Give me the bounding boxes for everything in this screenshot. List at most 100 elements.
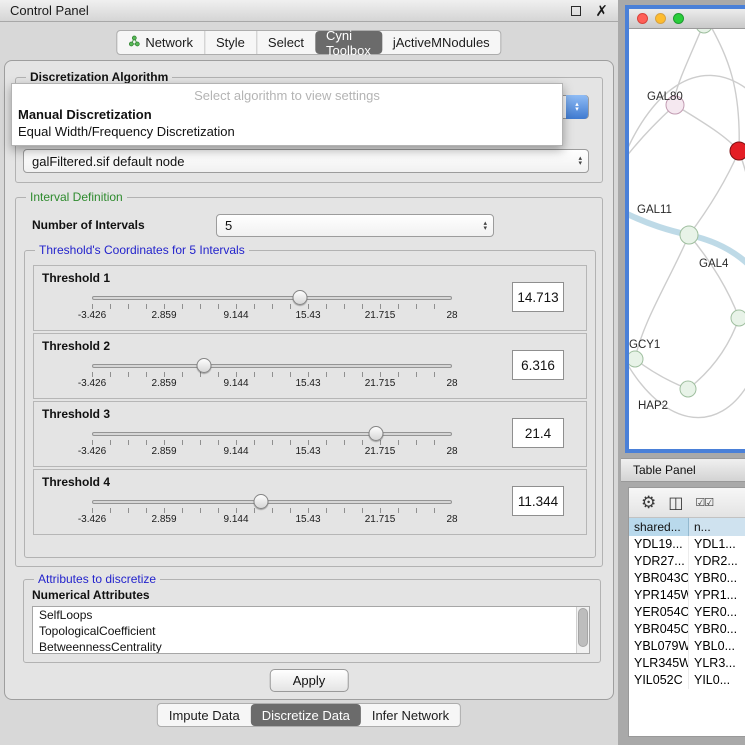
tab-style[interactable]: Style bbox=[204, 31, 256, 54]
slider-thumb[interactable] bbox=[292, 290, 307, 305]
table-row[interactable]: YDR27... YDR2... bbox=[629, 553, 745, 570]
list-item[interactable]: BetweennessCentrality bbox=[33, 639, 589, 654]
slider-track[interactable] bbox=[92, 432, 452, 436]
table-toolbar: ⚙ ◫ ☑☑ bbox=[629, 488, 745, 518]
threshold-1-slider[interactable]: -3.426 2.859 9.144 15.43 21.715 28 bbox=[92, 288, 452, 328]
cyni-toolbox-panel: Discretization Algorithm ▴▾ Select algor… bbox=[4, 60, 614, 700]
column-header-name[interactable]: n... bbox=[689, 518, 745, 536]
table-row[interactable]: YBR043C YBR0... bbox=[629, 570, 745, 587]
table-row[interactable]: YBR045C YBR0... bbox=[629, 621, 745, 638]
slider-track[interactable] bbox=[92, 364, 452, 368]
tab-label: Network bbox=[145, 35, 193, 50]
tab-select[interactable]: Select bbox=[256, 31, 315, 54]
network-icon bbox=[128, 35, 140, 50]
slider-ticks bbox=[92, 508, 452, 513]
slider-thumb[interactable] bbox=[369, 426, 384, 441]
node-gcy1[interactable] bbox=[629, 351, 643, 367]
control-panel-window: Control Panel ✗ Network Style Select bbox=[0, 0, 618, 745]
list-scrollbar[interactable] bbox=[576, 607, 589, 653]
table-data-select[interactable]: galFiltered.sif default node ▴▾ bbox=[23, 149, 589, 173]
group-title: Attributes to discretize bbox=[34, 572, 160, 586]
float-window-icon[interactable] bbox=[571, 6, 581, 16]
top-tabstrip: Network Style Select Cyni Toolbox jActiv… bbox=[116, 30, 501, 55]
tab-infer-network[interactable]: Infer Network bbox=[361, 704, 460, 726]
close-icon[interactable]: ✗ bbox=[595, 2, 608, 20]
close-traffic-light-icon[interactable] bbox=[637, 13, 648, 24]
tab-impute-data[interactable]: Impute Data bbox=[158, 704, 251, 726]
combo-arrows-icon: ▴▾ bbox=[483, 221, 487, 231]
threshold-value-box[interactable]: 11.344 bbox=[512, 486, 564, 516]
minimize-traffic-light-icon[interactable] bbox=[655, 13, 666, 24]
columns-icon[interactable]: ◫ bbox=[668, 493, 683, 513]
threshold-3-panel: Threshold 3 -3.426 2.859 9.144 15.43 21.… bbox=[33, 401, 587, 467]
attributes-to-discretize-group: Attributes to discretize Numerical Attri… bbox=[23, 579, 601, 663]
threshold-1-panel: Threshold 1 -3.426 2.859 9.144 15.43 21.… bbox=[33, 265, 587, 331]
tab-discretize-data[interactable]: Discretize Data bbox=[251, 704, 361, 726]
table-row[interactable]: YDL19... YDL1... bbox=[629, 536, 745, 553]
slider-ticks bbox=[92, 440, 452, 445]
tab-label: Cyni Toolbox bbox=[326, 28, 371, 58]
slider-scale: -3.426 2.859 9.144 15.43 21.715 28 bbox=[92, 514, 452, 526]
threshold-3-slider[interactable]: -3.426 2.859 9.144 15.43 21.715 28 bbox=[92, 424, 452, 464]
node-label: GAL4 bbox=[699, 258, 729, 270]
tab-jactivemnodules[interactable]: jActiveMNodules bbox=[382, 31, 501, 54]
tab-label: Infer Network bbox=[372, 708, 449, 723]
slider-thumb[interactable] bbox=[196, 358, 211, 373]
table-panel: ⚙ ◫ ☑☑ shared... n... YDL19... YDL1... Y… bbox=[628, 487, 745, 737]
apply-button[interactable]: Apply bbox=[270, 669, 349, 692]
node-hap2[interactable] bbox=[680, 381, 696, 397]
network-canvas[interactable]: GAL80 GAL11 GAL4 GCY1 HAP2 bbox=[629, 29, 745, 429]
node-label: HAP2 bbox=[638, 400, 668, 412]
gear-icon[interactable]: ⚙ bbox=[641, 493, 656, 513]
slider-track[interactable] bbox=[92, 500, 452, 504]
number-of-intervals-select[interactable]: 5 ▴▾ bbox=[216, 214, 494, 237]
interval-definition-group: Interval Definition Number of Intervals … bbox=[15, 197, 603, 567]
threshold-2-panel: Threshold 2 -3.426 2.859 9.144 15.43 21.… bbox=[33, 333, 587, 399]
column-header-shared-name[interactable]: shared... bbox=[629, 518, 689, 536]
list-item[interactable]: SelfLoops bbox=[33, 607, 589, 623]
threshold-label: Threshold 1 bbox=[42, 271, 110, 285]
slider-ticks bbox=[92, 372, 452, 377]
table-row[interactable]: YBL079W YBL0... bbox=[629, 638, 745, 655]
node[interactable] bbox=[731, 310, 745, 326]
threshold-2-slider[interactable]: -3.426 2.859 9.144 15.43 21.715 28 bbox=[92, 356, 452, 396]
zoom-traffic-light-icon[interactable] bbox=[673, 13, 684, 24]
tab-label: Select bbox=[268, 35, 304, 50]
table-row[interactable]: YER054C YER0... bbox=[629, 604, 745, 621]
threshold-label: Threshold 2 bbox=[42, 339, 110, 353]
control-panel-titlebar: Control Panel ✗ bbox=[0, 0, 618, 22]
table-row[interactable]: YIL052C YIL0... bbox=[629, 672, 745, 689]
algorithm-option-manual[interactable]: Manual Discretization bbox=[12, 106, 562, 123]
scrollbar-thumb[interactable] bbox=[578, 608, 588, 647]
node[interactable] bbox=[696, 29, 712, 33]
table-row[interactable]: YPR145W YPR1... bbox=[629, 587, 745, 604]
table-row[interactable]: YLR345W YLR3... bbox=[629, 655, 745, 672]
combo-arrows-icon: ▴▾ bbox=[578, 156, 582, 166]
list-item[interactable]: TopologicalCoefficient bbox=[33, 623, 589, 639]
combo-value: 5 bbox=[225, 218, 232, 233]
group-title: Threshold's Coordinates for 5 Intervals bbox=[35, 243, 249, 257]
algorithm-option-equal-width[interactable]: Equal Width/Frequency Discretization bbox=[12, 123, 562, 140]
tab-label: Impute Data bbox=[169, 708, 240, 723]
slider-scale: -3.426 2.859 9.144 15.43 21.715 28 bbox=[92, 378, 452, 390]
slider-track[interactable] bbox=[92, 296, 452, 300]
slider-scale: -3.426 2.859 9.144 15.43 21.715 28 bbox=[92, 310, 452, 322]
select-columns-icon[interactable]: ☑☑ bbox=[695, 496, 713, 509]
slider-thumb[interactable] bbox=[254, 494, 269, 509]
threshold-label: Threshold 3 bbox=[42, 407, 110, 421]
threshold-value-box[interactable]: 6.316 bbox=[512, 350, 564, 380]
tab-cyni-toolbox[interactable]: Cyni Toolbox bbox=[315, 31, 382, 54]
threshold-4-slider[interactable]: -3.426 2.859 9.144 15.43 21.715 28 bbox=[92, 492, 452, 532]
threshold-value-box[interactable]: 14.713 bbox=[512, 282, 564, 312]
node-gal11[interactable] bbox=[680, 226, 698, 244]
table-header-row: shared... n... bbox=[629, 518, 745, 536]
tab-label: Style bbox=[216, 35, 245, 50]
table-panel-header[interactable]: Table Panel bbox=[621, 458, 745, 482]
numerical-attributes-label: Numerical Attributes bbox=[32, 588, 150, 602]
tab-network[interactable]: Network bbox=[117, 31, 204, 54]
node-label: GAL80 bbox=[647, 91, 683, 103]
slider-scale: -3.426 2.859 9.144 15.43 21.715 28 bbox=[92, 446, 452, 458]
threshold-label: Threshold 4 bbox=[42, 475, 110, 489]
node-selected-red[interactable] bbox=[730, 142, 745, 160]
threshold-value-box[interactable]: 21.4 bbox=[512, 418, 564, 448]
